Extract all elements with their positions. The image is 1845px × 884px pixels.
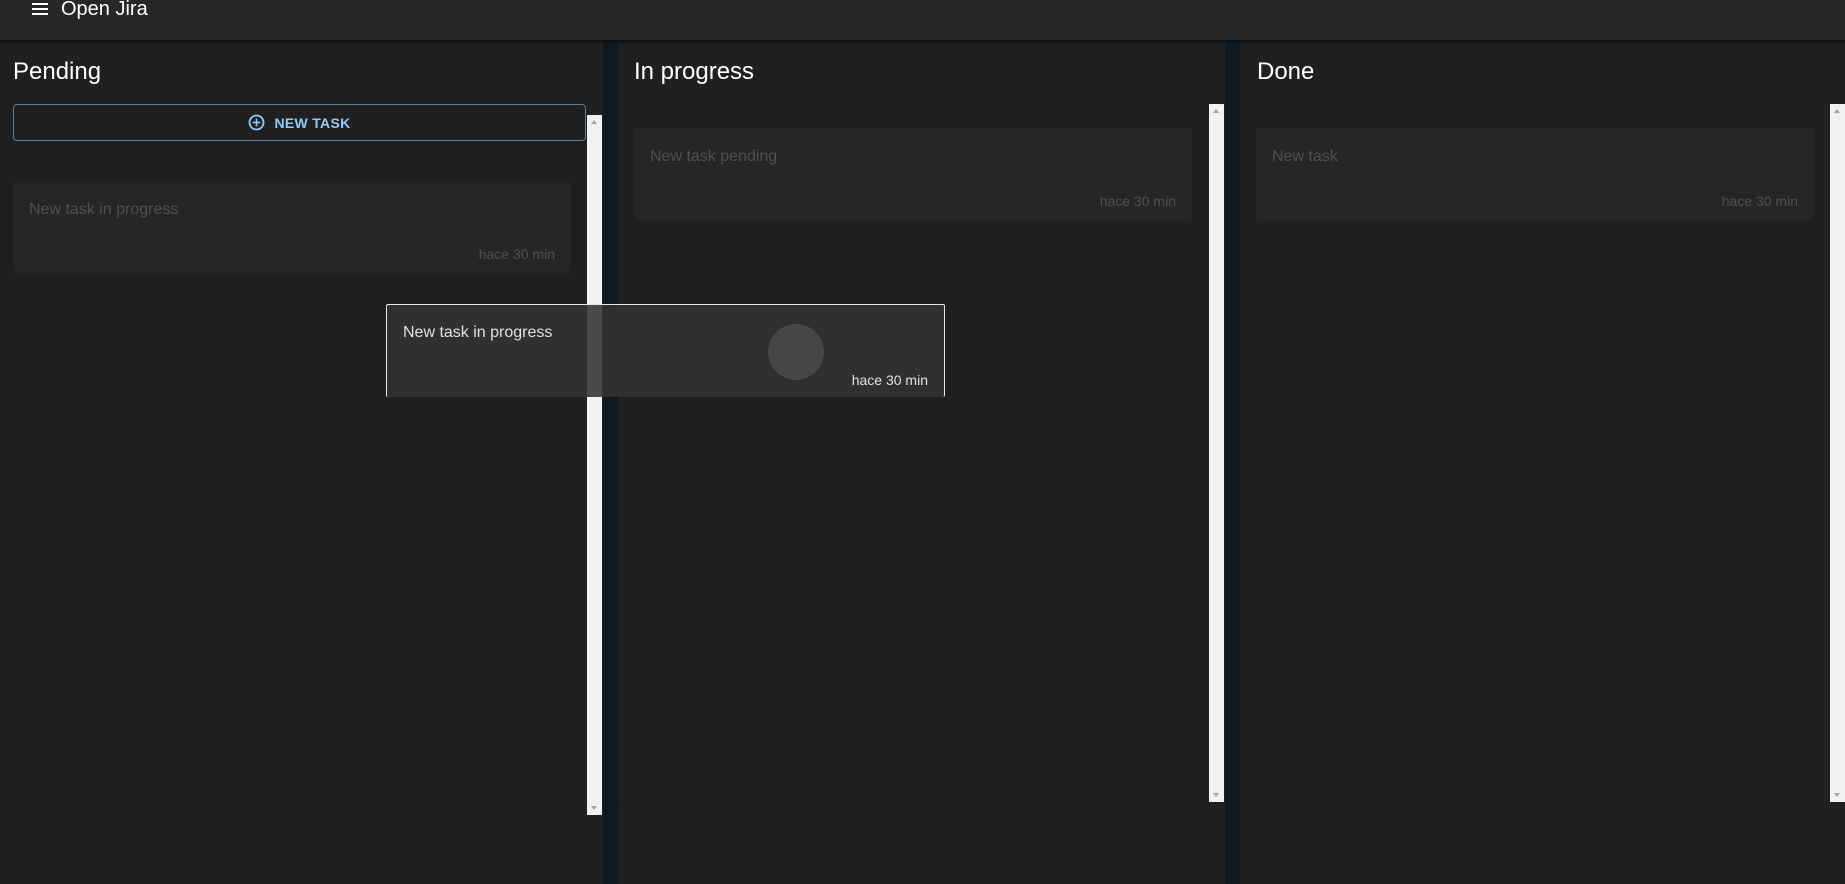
scrollbar-pending[interactable]	[587, 115, 602, 815]
task-card[interactable]: New task pending hace 30 min	[634, 128, 1192, 220]
scroll-up-arrow-icon[interactable]	[591, 120, 597, 124]
task-card-text: New task in progress	[29, 201, 179, 218]
menu-icon[interactable]	[30, 0, 50, 16]
task-card-time: hace 30 min	[478, 246, 555, 262]
scroll-up-arrow-icon[interactable]	[1213, 109, 1219, 113]
click-ripple	[768, 324, 824, 380]
task-card[interactable]: New task in progress hace 30 min	[13, 181, 571, 273]
scrollbar-in-progress[interactable]	[1209, 104, 1224, 802]
add-circle-icon	[248, 114, 265, 131]
scrollbar-done[interactable]	[1830, 104, 1845, 802]
new-task-label: NEW TASK	[274, 114, 351, 131]
task-card-time: hace 30 min	[1099, 193, 1176, 209]
task-card-text: New task	[1272, 148, 1338, 165]
scroll-down-arrow-icon[interactable]	[1213, 793, 1219, 797]
column-pending: Pending NEW TASK	[0, 42, 603, 884]
task-card[interactable]: New task hace 30 min	[1256, 128, 1814, 220]
task-card-text: New task pending	[650, 148, 778, 165]
scroll-up-arrow-icon[interactable]	[1834, 109, 1840, 113]
task-card-text: New task in progress	[403, 324, 553, 341]
task-card-time: hace 30 min	[851, 372, 928, 388]
app-bar: Open Jira	[0, 0, 1845, 40]
column-title-done: Done	[1257, 58, 1315, 85]
dragging-task-card[interactable]: New task in progress hace 30 min	[386, 304, 945, 397]
column-title-pending: Pending	[13, 58, 102, 85]
scroll-down-arrow-icon[interactable]	[591, 806, 597, 810]
column-title-in-progress: In progress	[634, 58, 755, 85]
scroll-down-arrow-icon[interactable]	[1834, 793, 1840, 797]
task-card-time: hace 30 min	[1721, 193, 1798, 209]
app-title: Open Jira	[61, 0, 148, 20]
new-task-button[interactable]: NEW TASK	[13, 104, 586, 141]
